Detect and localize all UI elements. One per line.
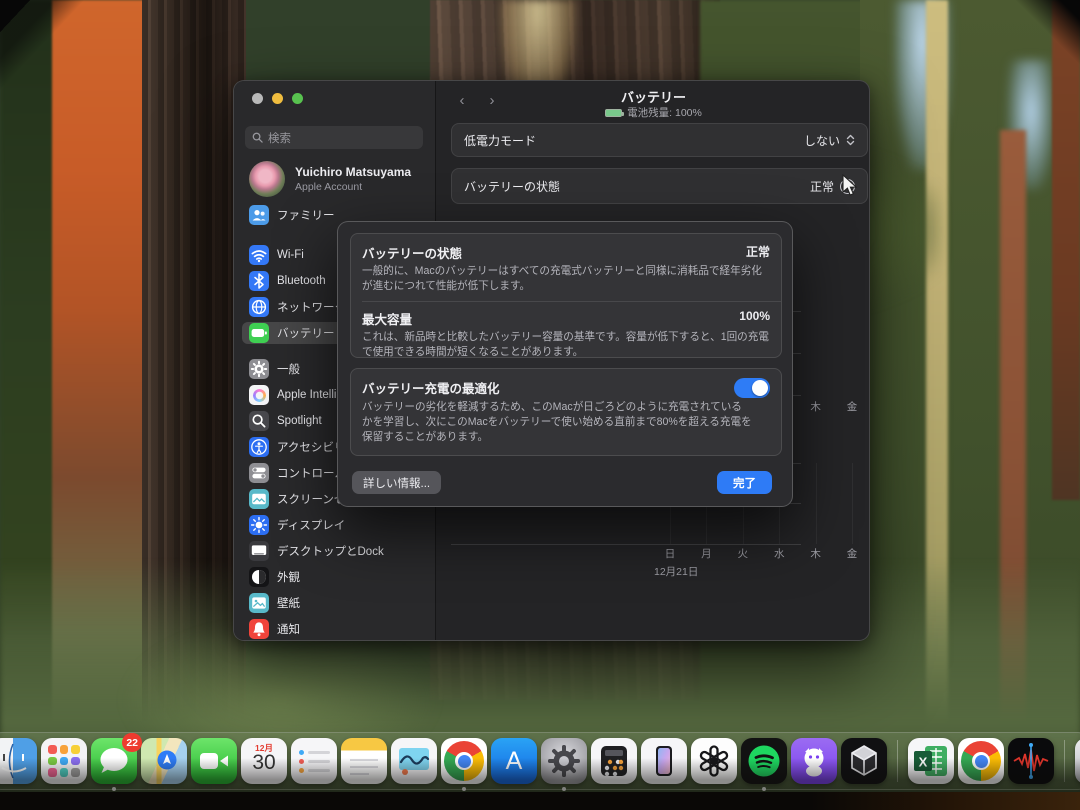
- minimize-button[interactable]: [272, 93, 283, 104]
- dialog-max-capacity-value: 100%: [739, 309, 770, 323]
- sidebar-item-デスクトップとDock[interactable]: デスクトップとDock: [242, 540, 428, 562]
- dock-item-spotify[interactable]: [741, 738, 787, 784]
- battery-health-label: バッテリーの状態: [464, 178, 560, 195]
- dock-item-iphone-mirroring[interactable]: [641, 738, 687, 784]
- bluetooth-icon: [249, 271, 269, 291]
- close-button[interactable]: [252, 93, 263, 104]
- dock-item-notes[interactable]: [341, 738, 387, 784]
- family-icon: [249, 205, 269, 225]
- sidebar-item-壁紙[interactable]: 壁紙: [242, 592, 428, 614]
- done-button[interactable]: 完了: [717, 471, 772, 494]
- mouse-cursor: [841, 174, 860, 198]
- dock-item-app-store[interactable]: A: [491, 738, 537, 784]
- dock-item-system-settings[interactable]: [541, 738, 587, 784]
- control-center-icon: [249, 463, 269, 483]
- dock-item-calendar[interactable]: 12月30: [241, 738, 287, 784]
- accessibility-icon: [249, 437, 269, 457]
- zoom-button[interactable]: [292, 93, 303, 104]
- profile-subtitle: Apple Account: [295, 181, 411, 193]
- usage-chart-vgridline: [816, 463, 817, 544]
- search-icon: [252, 132, 263, 143]
- dock-divider: [897, 740, 898, 782]
- usage-chart-day-label: 木: [804, 546, 828, 561]
- dialog-battery-health-value: 正常: [746, 243, 770, 260]
- dialog-optimized-charging-title: バッテリー充電の最適化: [362, 378, 500, 397]
- globe-icon: [249, 297, 269, 317]
- dialog-battery-health-description: 一般的に、Macのバッテリーはすべての充電式バッテリーと同様に消耗品で経年劣化が…: [362, 264, 770, 294]
- low-power-mode-label: 低電力モード: [464, 132, 536, 149]
- apple-intelligence-icon: [249, 385, 269, 405]
- spotlight-icon: [249, 411, 269, 431]
- dialog-max-capacity-title: 最大容量: [362, 309, 412, 328]
- battery-status-label: 電池残量: 100%: [627, 105, 702, 120]
- usage-chart-day-label: 月: [694, 546, 718, 561]
- dock-item-calculator[interactable]: [591, 738, 637, 784]
- dock-item-3d-model-app[interactable]: [841, 738, 887, 784]
- battery-health-value: 正常: [810, 178, 834, 195]
- photo-of-screen: 検索 Yuichiro Matsuyama Apple Account ファミリ…: [0, 0, 1080, 810]
- usage-chart-day-label: 金: [840, 546, 864, 561]
- low-power-mode-row: 低電力モード しない: [451, 123, 868, 157]
- desktop-dock-icon: [249, 541, 269, 561]
- appearance-icon: [249, 567, 269, 587]
- battery-icon: [249, 323, 269, 343]
- dialog-max-capacity-description: これは、新品時と比較したバッテリー容量の基準です。容量が低下すると、1回の充電で…: [362, 330, 770, 360]
- display-icon: [249, 515, 269, 535]
- battery-health-dialog: バッテリーの状態 正常 一般的に、Macのバッテリーはすべての充電式バッテリーと…: [337, 221, 793, 507]
- dialog-optimized-charging-description: バッテリーの劣化を軽減するため、このMacが日ごろどのように充電されているかを学…: [362, 400, 752, 445]
- sidebar-item-通知[interactable]: 通知: [242, 618, 428, 640]
- usage-chart-day-label: 水: [767, 546, 791, 561]
- search-input[interactable]: 検索: [245, 126, 423, 149]
- gear-icon: [249, 359, 269, 379]
- usage-chart-vgridline: [852, 463, 853, 544]
- dock-item-finder[interactable]: [0, 738, 37, 784]
- battery-icon: [605, 109, 622, 117]
- dock: 22 12月30 A X: [0, 732, 1080, 790]
- page-title: バッテリー: [436, 87, 870, 106]
- sidebar-item-外観[interactable]: 外観: [242, 566, 428, 588]
- desk-surface: [0, 792, 1080, 810]
- avatar: [249, 161, 285, 197]
- dock-item-maps[interactable]: [141, 738, 187, 784]
- svg-text:X: X: [919, 755, 928, 770]
- dock-item-freeform[interactable]: [391, 738, 437, 784]
- dock-item-launchpad[interactable]: [41, 738, 87, 784]
- dock-divider: [1064, 740, 1065, 782]
- optimized-charging-toggle[interactable]: [734, 378, 770, 398]
- notifications-icon: [249, 619, 269, 639]
- notification-badge: 22: [122, 733, 142, 752]
- dialog-battery-health-title: バッテリーの状態: [362, 243, 462, 262]
- dock-item-audio-recorder-app[interactable]: [1008, 738, 1054, 784]
- dock-item-trash[interactable]: [1075, 738, 1080, 784]
- usage-chart-day-label: 日: [658, 546, 682, 561]
- low-power-mode-popup[interactable]: しない: [804, 132, 855, 149]
- dock-item-chrome-2[interactable]: [958, 738, 1004, 784]
- dock-item-facetime[interactable]: [191, 738, 237, 784]
- screensaver-icon: [249, 489, 269, 509]
- battery-status-line: 電池残量: 100%: [436, 105, 870, 120]
- apple-account-item[interactable]: Yuichiro Matsuyama Apple Account: [249, 160, 429, 198]
- dock-item-reminders[interactable]: [291, 738, 337, 784]
- dock-item-chatgpt[interactable]: [691, 738, 737, 784]
- more-info-button[interactable]: 詳しい情報...: [352, 471, 441, 494]
- wallpaper-icon: [249, 593, 269, 613]
- profile-name: Yuichiro Matsuyama: [295, 165, 411, 181]
- wifi-icon: [249, 245, 269, 265]
- usage-chart-day-label: 火: [731, 546, 755, 561]
- chevron-up-down-icon: [846, 134, 855, 146]
- sidebar-item-ディスプレイ[interactable]: ディスプレイ: [242, 514, 428, 536]
- dock-item-messages[interactable]: 22: [91, 738, 137, 784]
- battery-health-row: バッテリーの状態 正常 i: [451, 168, 868, 204]
- search-placeholder: 検索: [268, 130, 291, 146]
- usage-chart-gridline: [451, 544, 801, 545]
- dock-item-chrome[interactable]: [441, 738, 487, 784]
- dock-item-github-desktop[interactable]: [791, 738, 837, 784]
- battery-chart-day-label: 金: [840, 399, 864, 414]
- battery-chart-day-label: 木: [804, 399, 828, 414]
- usage-chart-date-label: 12月21日: [654, 564, 698, 579]
- dock-item-excel[interactable]: X: [908, 738, 954, 784]
